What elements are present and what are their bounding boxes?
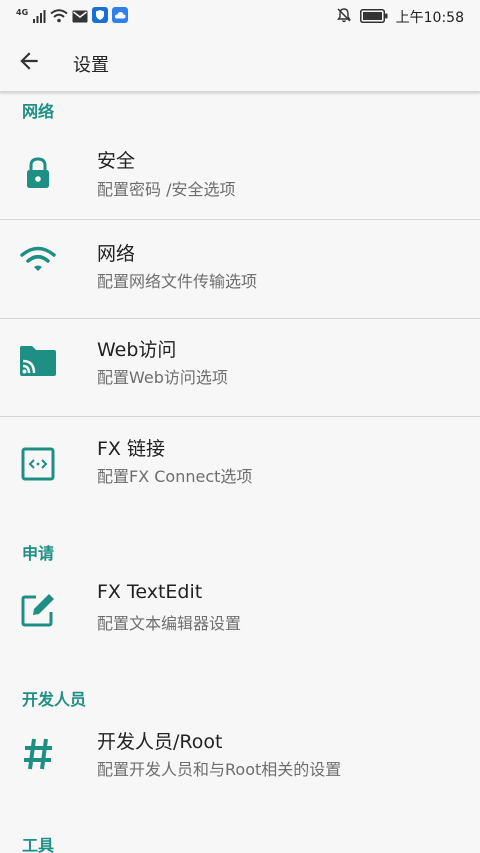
- cloud-icon: [112, 7, 129, 27]
- hash-icon: [18, 734, 58, 774]
- status-icons-left: 4G: [16, 7, 129, 27]
- status-bar: 4G 上午10:58: [0, 0, 480, 34]
- mail-icon: [72, 8, 88, 27]
- app-toolbar: 设置: [0, 34, 480, 92]
- settings-item-subtitle: 配置FX Connect选项: [97, 467, 253, 486]
- settings-item-subtitle: 配置Web访问选项: [97, 368, 228, 387]
- settings-item-developer-root[interactable]: 开发人员/Root 配置开发人员和与Root相关的设置: [0, 714, 480, 814]
- settings-item-subtitle: 配置网络文件传输选项: [97, 272, 258, 291]
- back-button[interactable]: [12, 46, 46, 80]
- settings-item-web-access[interactable]: Web访问 配置Web访问选项: [0, 319, 480, 416]
- cast-folder-icon: [18, 341, 58, 381]
- settings-item-title: 安全: [97, 150, 136, 172]
- settings-item-title: FX 链接: [97, 438, 165, 460]
- wifi-icon: [50, 8, 68, 27]
- arrow-back-icon: [16, 48, 42, 78]
- edit-icon: [18, 590, 58, 630]
- section-header-tools: 工具: [22, 836, 55, 853]
- network-type-label: 4G: [16, 7, 29, 17]
- settings-item-title: FX TextEdit: [97, 581, 203, 603]
- lock-icon: [18, 153, 58, 193]
- settings-item-security[interactable]: 安全 配置密码 /安全选项: [0, 128, 480, 219]
- settings-item-subtitle: 配置文本编辑器设置: [97, 614, 242, 633]
- settings-item-title: 开发人员/Root: [97, 731, 223, 753]
- status-icons-right: 上午10:58: [336, 6, 464, 28]
- section-header-apply: 申请: [22, 544, 55, 563]
- code-link-icon: [18, 444, 58, 484]
- page-title: 设置: [73, 55, 109, 76]
- signal-icon: [32, 8, 46, 27]
- settings-item-subtitle: 配置密码 /安全选项: [97, 180, 236, 199]
- wifi-icon: [18, 240, 58, 280]
- bell-off-icon: [336, 7, 352, 27]
- settings-item-network[interactable]: 网络 配置网络文件传输选项: [0, 220, 480, 318]
- battery-icon: [359, 8, 388, 27]
- settings-item-text-edit[interactable]: FX TextEdit 配置文本编辑器设置: [0, 568, 480, 668]
- settings-item-subtitle: 配置开发人员和与Root相关的设置: [97, 760, 342, 779]
- settings-item-title: 网络: [97, 243, 136, 265]
- section-header-network: 网络: [22, 102, 55, 121]
- shield-icon: [92, 7, 109, 27]
- status-time: 上午10:58: [395, 10, 464, 26]
- settings-item-fx-connect[interactable]: FX 链接 配置FX Connect选项: [0, 417, 480, 517]
- section-header-developer: 开发人员: [22, 690, 87, 709]
- settings-item-title: Web访问: [97, 339, 177, 361]
